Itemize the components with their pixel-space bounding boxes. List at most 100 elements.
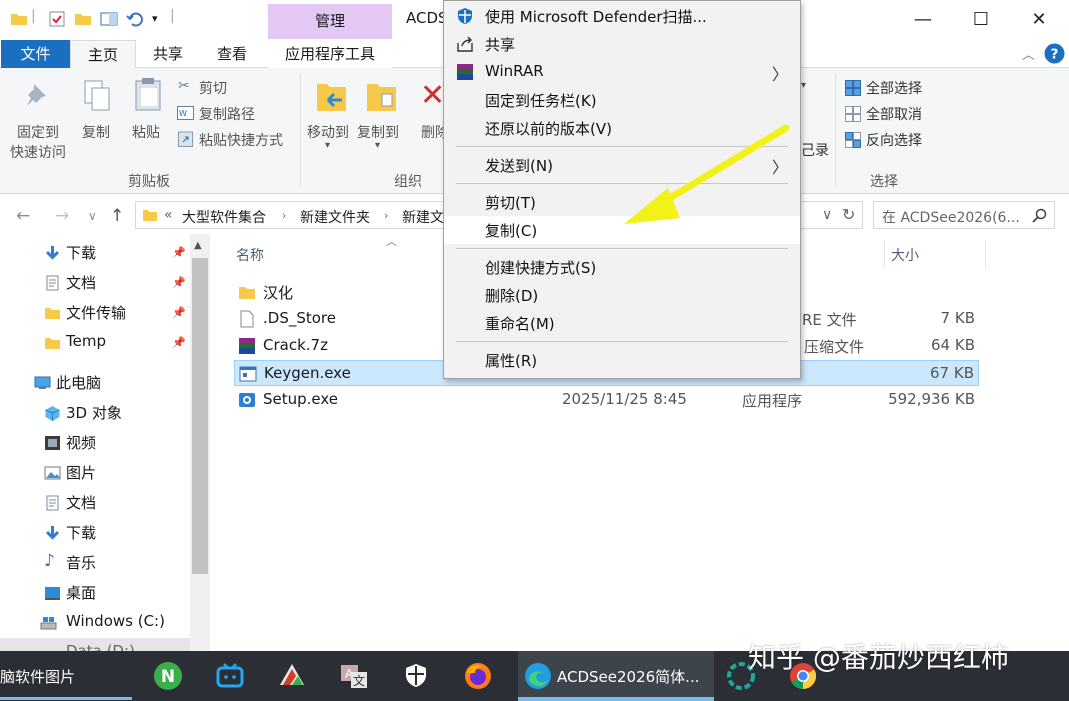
search-input[interactable]: 在 ACDSee2026(6... <box>873 201 1055 229</box>
pictures-icon <box>44 466 61 480</box>
nav-label: Windows (C:) <box>66 612 165 630</box>
tab-share[interactable]: 共享 <box>138 40 198 68</box>
dropdown-icon[interactable]: ▾ <box>801 80 806 91</box>
pin-icon[interactable]: 📌 <box>172 336 186 349</box>
tab-manage[interactable]: 管理 <box>268 4 392 39</box>
file-size: 592,936 KB <box>888 390 975 408</box>
paste-button[interactable]: 粘贴 <box>132 122 160 142</box>
nav-item-videos[interactable]: 视频 <box>0 428 190 458</box>
tab-app-tools[interactable]: 应用程序工具 <box>268 40 392 68</box>
windows-security-icon[interactable] <box>401 661 431 691</box>
nav-item-desktop[interactable]: 桌面 <box>0 578 190 608</box>
invert-selection-button[interactable]: 反向选择 <box>866 130 922 150</box>
menu-item-rename[interactable]: 重命名(M) <box>444 309 800 337</box>
nav-item-downloads-quick[interactable]: 下载 📌 <box>0 238 190 268</box>
forward-icon[interactable]: → <box>55 206 69 226</box>
tab-home[interactable]: 主页 <box>70 40 136 68</box>
select-none-icon <box>845 106 861 122</box>
pin-quick-access-label-1[interactable]: 固定到 <box>17 122 59 142</box>
copy-path-button[interactable]: 复制路径 <box>199 104 255 124</box>
history-button[interactable]: 己录 <box>801 140 829 160</box>
nav-label: 文档 <box>66 494 97 512</box>
move-to-dropdown-icon[interactable]: ▾ <box>325 140 330 151</box>
recent-locations-icon[interactable]: ∨ <box>88 209 97 223</box>
column-header-size[interactable]: 大小 <box>891 245 919 265</box>
breadcrumb-item[interactable]: 新建文 <box>402 207 444 227</box>
move-to-icon <box>317 84 346 111</box>
pin-icon[interactable]: 📌 <box>172 306 186 319</box>
menu-item-delete[interactable]: 删除(D) <box>444 281 800 309</box>
undo-icon[interactable] <box>126 10 144 28</box>
column-header-name[interactable]: 名称 <box>236 245 264 265</box>
up-icon[interactable]: ↑ <box>110 206 124 226</box>
file-name: .DS_Store <box>263 309 336 327</box>
edge-icon[interactable] <box>523 661 553 691</box>
copy-button[interactable]: 复制 <box>82 122 110 142</box>
menu-item-pin-taskbar[interactable]: 固定到任务栏(K) <box>444 86 800 114</box>
copy-to-button[interactable]: 复制到 <box>357 122 399 142</box>
translate-icon[interactable]: A文 <box>339 661 369 691</box>
pin-icon[interactable]: 📌 <box>172 276 186 289</box>
pin-icon[interactable]: 📌 <box>172 246 186 259</box>
menu-item-share[interactable]: 共享 <box>444 30 800 58</box>
file-row[interactable]: Setup.exe 2025/11/25 8:45 应用程序 592,936 K… <box>234 387 979 413</box>
menu-item-winrar[interactable]: WinRAR 〉 <box>444 58 800 86</box>
back-icon[interactable]: ← <box>16 206 30 226</box>
nav-item-temp[interactable]: Temp 📌 <box>0 328 190 358</box>
nav-item-documents[interactable]: 文档 <box>0 488 190 518</box>
winrar-icon <box>457 64 473 80</box>
help-icon[interactable]: ? <box>1044 43 1065 64</box>
close-button[interactable]: ✕ <box>1010 0 1068 40</box>
cut-button[interactable]: 剪切 <box>199 78 227 98</box>
nav-item-this-pc[interactable]: 此电脑 <box>0 368 190 398</box>
tab-view[interactable]: 查看 <box>202 40 262 68</box>
copy-to-dropdown-icon[interactable]: ▾ <box>375 140 380 151</box>
nav-item-downloads[interactable]: 下载 <box>0 518 190 548</box>
scroll-up-icon[interactable]: ▲ <box>194 240 202 251</box>
select-none-button[interactable]: 全部取消 <box>866 104 922 124</box>
refresh-icon[interactable]: ↻ <box>842 205 855 224</box>
app-n-icon[interactable]: N <box>153 661 183 691</box>
nav-item-documents-quick[interactable]: 文档 📌 <box>0 268 190 298</box>
bilibili-icon[interactable] <box>215 661 245 691</box>
breadcrumb-item[interactable]: 大型软件集合 <box>182 207 266 227</box>
search-icon[interactable] <box>1032 208 1047 223</box>
nav-item-pictures[interactable]: 图片 <box>0 458 190 488</box>
folder-icon <box>45 308 60 319</box>
group-divider <box>835 74 836 186</box>
menu-separator <box>456 341 788 342</box>
nav-item-3d-objects[interactable]: 3D 对象 <box>0 398 190 428</box>
paste-shortcut-button[interactable]: 粘贴快捷方式 <box>199 130 283 150</box>
select-all-button[interactable]: 全部选择 <box>866 78 922 98</box>
nav-item-music[interactable]: ♪ 音乐 <box>0 548 190 578</box>
preview-pane-icon[interactable] <box>100 10 118 28</box>
annotation-arrow-icon <box>624 124 790 224</box>
collapse-ribbon-icon[interactable]: ︿ <box>1022 44 1035 63</box>
nav-scrollbar-thumb[interactable] <box>192 258 208 574</box>
tab-file[interactable]: 文件 <box>1 40 70 68</box>
nav-item-drive-c[interactable]: Windows (C:) <box>0 608 190 638</box>
nav-label: 下载 <box>66 244 97 262</box>
breadcrumb-item[interactable]: 新建文件夹 <box>300 207 370 227</box>
new-folder-icon[interactable] <box>74 10 92 28</box>
nav-item-drive-d[interactable]: Data (D:) <box>0 638 190 651</box>
menu-item-defender-scan[interactable]: 使用 Microsoft Defender扫描... <box>444 2 800 30</box>
app-red-green-icon[interactable] <box>277 661 307 691</box>
menu-item-properties[interactable]: 属性(R) <box>444 346 800 374</box>
breadcrumb-separator-icon[interactable]: › <box>282 209 286 222</box>
maximize-button[interactable]: ☐ <box>952 0 1010 40</box>
pin-quick-access-label-2[interactable]: 快速访问 <box>10 142 66 162</box>
nav-item-file-transfer[interactable]: 文件传输 📌 <box>0 298 190 328</box>
properties-icon[interactable] <box>48 10 66 28</box>
move-to-button[interactable]: 移动到 <box>307 122 349 142</box>
firefox-icon[interactable] <box>463 661 493 691</box>
breadcrumb-overflow[interactable]: « <box>164 207 173 223</box>
qa-dropdown-icon[interactable]: ▾ <box>152 12 158 25</box>
taskbar-window-label[interactable]: 脑软件图片 <box>0 666 75 687</box>
minimize-button[interactable]: — <box>894 0 952 40</box>
divider: | <box>170 8 175 24</box>
breadcrumb-separator-icon[interactable]: › <box>384 209 388 222</box>
taskbar-window-label[interactable]: ACDSee2026简体... <box>557 666 699 687</box>
menu-item-create-shortcut[interactable]: 创建快捷方式(S) <box>444 253 800 281</box>
address-dropdown-icon[interactable]: ∨ <box>822 207 832 223</box>
